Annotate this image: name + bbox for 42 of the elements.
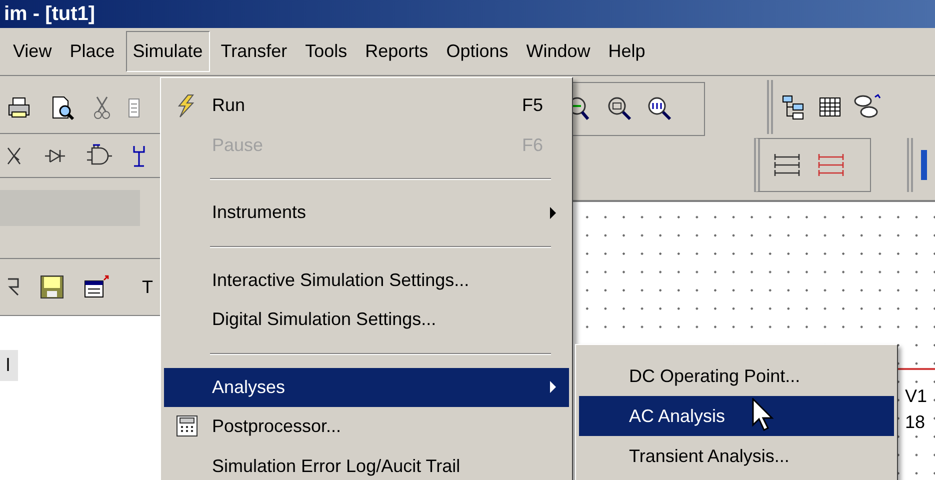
menu-item[interactable]: Simulate bbox=[126, 31, 210, 72]
menu-item[interactable]: Run F5 bbox=[164, 86, 569, 126]
menu-item[interactable]: Place bbox=[62, 31, 122, 72]
printer-icon[interactable] bbox=[8, 96, 32, 118]
document-icon[interactable] bbox=[84, 275, 110, 299]
zoom-area-icon[interactable] bbox=[607, 96, 633, 122]
menu-item[interactable]: Analyses bbox=[164, 368, 569, 407]
toolbar-label: T bbox=[142, 276, 153, 298]
save-icon[interactable] bbox=[40, 275, 64, 299]
menu-item[interactable]: Transfer bbox=[214, 31, 294, 72]
menu-item[interactable]: Help bbox=[601, 31, 652, 72]
menu-item[interactable]: Options bbox=[439, 31, 516, 72]
grid-icon[interactable] bbox=[819, 97, 841, 117]
logic-gate-icon[interactable] bbox=[86, 144, 112, 168]
menu-item[interactable]: Tools bbox=[298, 31, 354, 72]
menu-item[interactable]: Simulation Error Log/Aucit Trail bbox=[164, 446, 569, 480]
submenu-arrow-icon bbox=[549, 380, 557, 394]
wires-icon[interactable] bbox=[818, 152, 844, 178]
menu-item[interactable]: DC Operating Point... bbox=[579, 356, 894, 396]
calculator-icon bbox=[176, 415, 198, 437]
scissors-icon[interactable] bbox=[94, 96, 110, 120]
menu-item[interactable]: Transient Analysis... bbox=[579, 436, 894, 476]
lightning-icon bbox=[176, 94, 196, 118]
mouse-cursor-icon bbox=[752, 398, 776, 432]
chip-icon[interactable] bbox=[132, 144, 146, 168]
menu-item[interactable]: Digital Simulation Settings... bbox=[164, 300, 569, 340]
submenu-arrow-icon bbox=[549, 206, 557, 220]
menu-item[interactable]: Reports bbox=[358, 31, 436, 72]
menu-item[interactable]: AC Analysis bbox=[579, 396, 894, 436]
copy-icon[interactable] bbox=[128, 96, 140, 118]
menu-item[interactable]: View bbox=[6, 31, 59, 72]
zoom-full-icon[interactable] bbox=[647, 96, 673, 122]
menu-item[interactable]: Window bbox=[519, 31, 598, 72]
tree-item[interactable]: l bbox=[0, 350, 18, 381]
database-icon[interactable] bbox=[853, 94, 881, 120]
bus-icon[interactable] bbox=[774, 152, 800, 178]
wire-line bbox=[898, 368, 935, 370]
print-preview-icon[interactable] bbox=[50, 94, 76, 120]
menu-item[interactable]: Interactive Simulation Settings... bbox=[164, 260, 569, 300]
window-title: im - [tut1] bbox=[4, 2, 96, 26]
menu-item[interactable]: Instruments bbox=[164, 193, 569, 232]
menu-item[interactable]: Postprocessor... bbox=[164, 407, 569, 446]
